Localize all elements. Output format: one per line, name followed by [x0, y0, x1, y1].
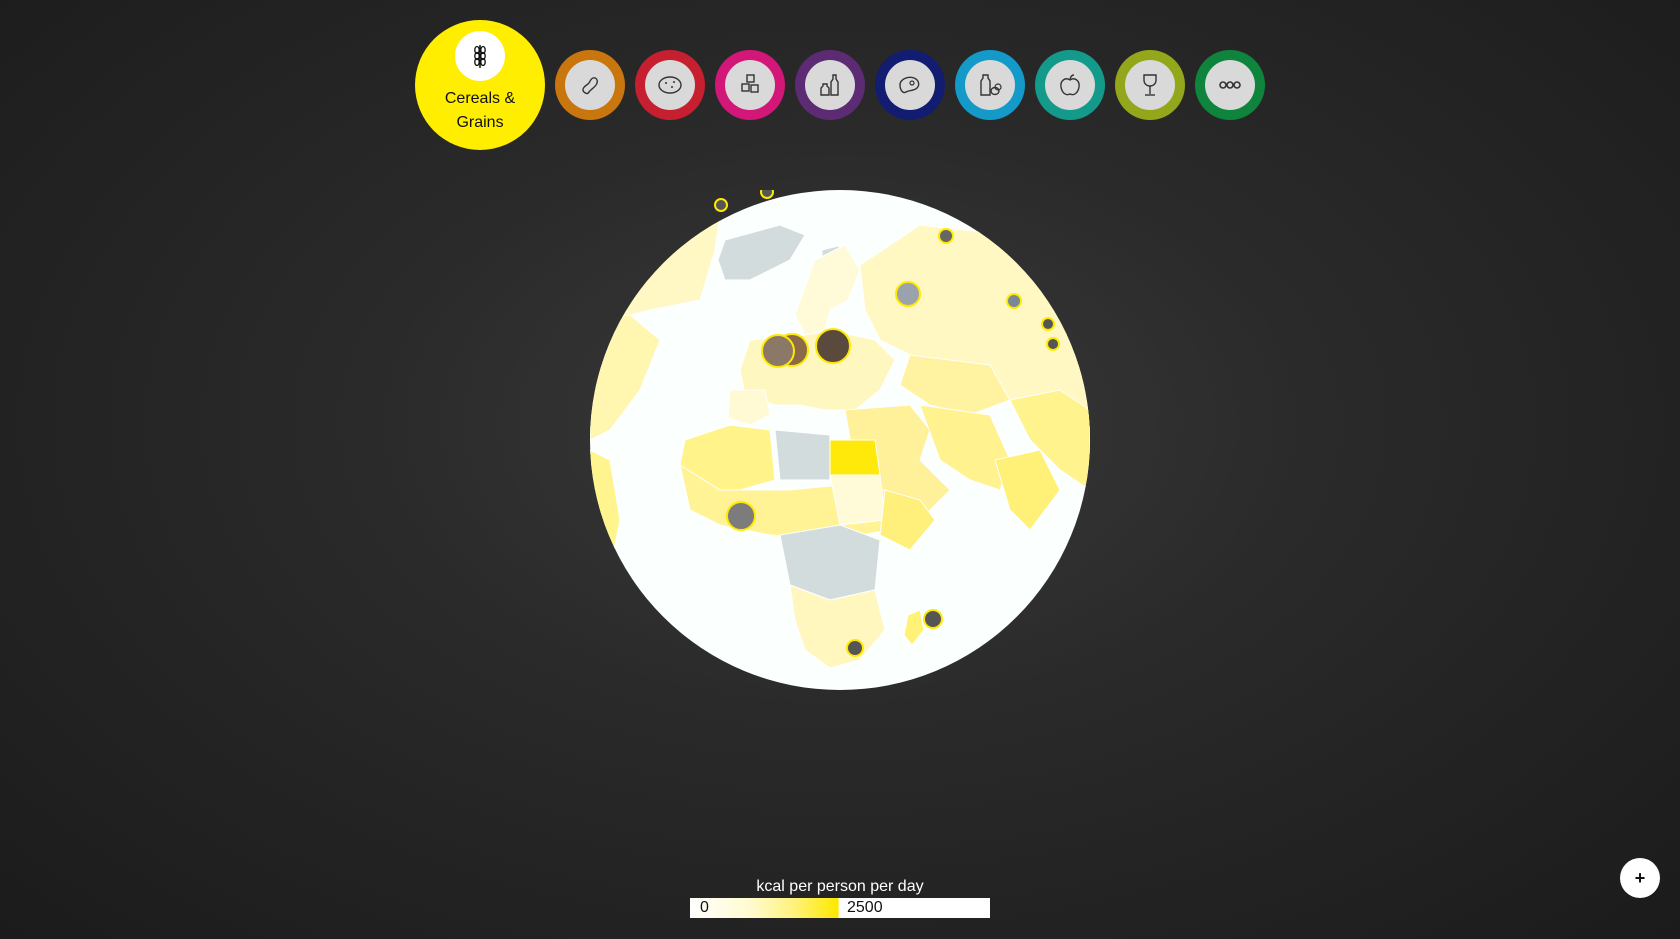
legend-min-label: 0: [700, 899, 709, 916]
bean-icon: [565, 60, 615, 110]
category-label: Cereals & Grains: [444, 90, 516, 131]
more-dots-icon: [1205, 60, 1255, 110]
milk-eggs-icon: [965, 60, 1015, 110]
globe-map[interactable]: [590, 185, 1090, 690]
map-photo-marker[interactable]: [726, 501, 756, 531]
category-meat[interactable]: [875, 50, 945, 120]
category-starchy-roots[interactable]: [635, 50, 705, 120]
steak-icon: [885, 60, 935, 110]
oil-bottles-icon: [805, 60, 855, 110]
category-dairy-eggs[interactable]: [955, 50, 1025, 120]
map-photo-marker[interactable]: [938, 228, 954, 244]
map-photo-marker[interactable]: [923, 609, 943, 629]
category-sugar[interactable]: [715, 50, 785, 120]
category-oils[interactable]: [795, 50, 865, 120]
apple-carrot-icon: [1045, 60, 1095, 110]
wheat-icon: [455, 31, 505, 81]
category-alcohol[interactable]: [1115, 50, 1185, 120]
zoom-in-button[interactable]: +: [1620, 858, 1660, 898]
legend-gradient-bar: 0 2500: [690, 898, 990, 918]
potato-icon: [645, 60, 695, 110]
map-photo-marker[interactable]: [761, 334, 795, 368]
map-photo-marker[interactable]: [714, 198, 728, 212]
map-photo-marker[interactable]: [760, 185, 774, 199]
map-photo-marker[interactable]: [846, 639, 864, 657]
category-pulses[interactable]: [555, 50, 625, 120]
category-other[interactable]: [1195, 50, 1265, 120]
category-cereals-grains[interactable]: Cereals & Grains: [415, 20, 545, 150]
color-legend: kcal per person per day 0 2500: [690, 878, 990, 918]
category-fruit-veg[interactable]: [1035, 50, 1105, 120]
map-photo-marker[interactable]: [1006, 293, 1022, 309]
category-selector: Cereals & Grains: [415, 20, 1275, 150]
map-photo-marker[interactable]: [1046, 337, 1060, 351]
map-photo-marker[interactable]: [1041, 317, 1055, 331]
map-photo-marker[interactable]: [895, 281, 921, 307]
sugar-cubes-icon: [725, 60, 775, 110]
wine-glass-icon: [1125, 60, 1175, 110]
legend-title: kcal per person per day: [756, 878, 924, 895]
legend-max-label: 2500: [847, 899, 883, 916]
map-photo-marker[interactable]: [815, 328, 851, 364]
